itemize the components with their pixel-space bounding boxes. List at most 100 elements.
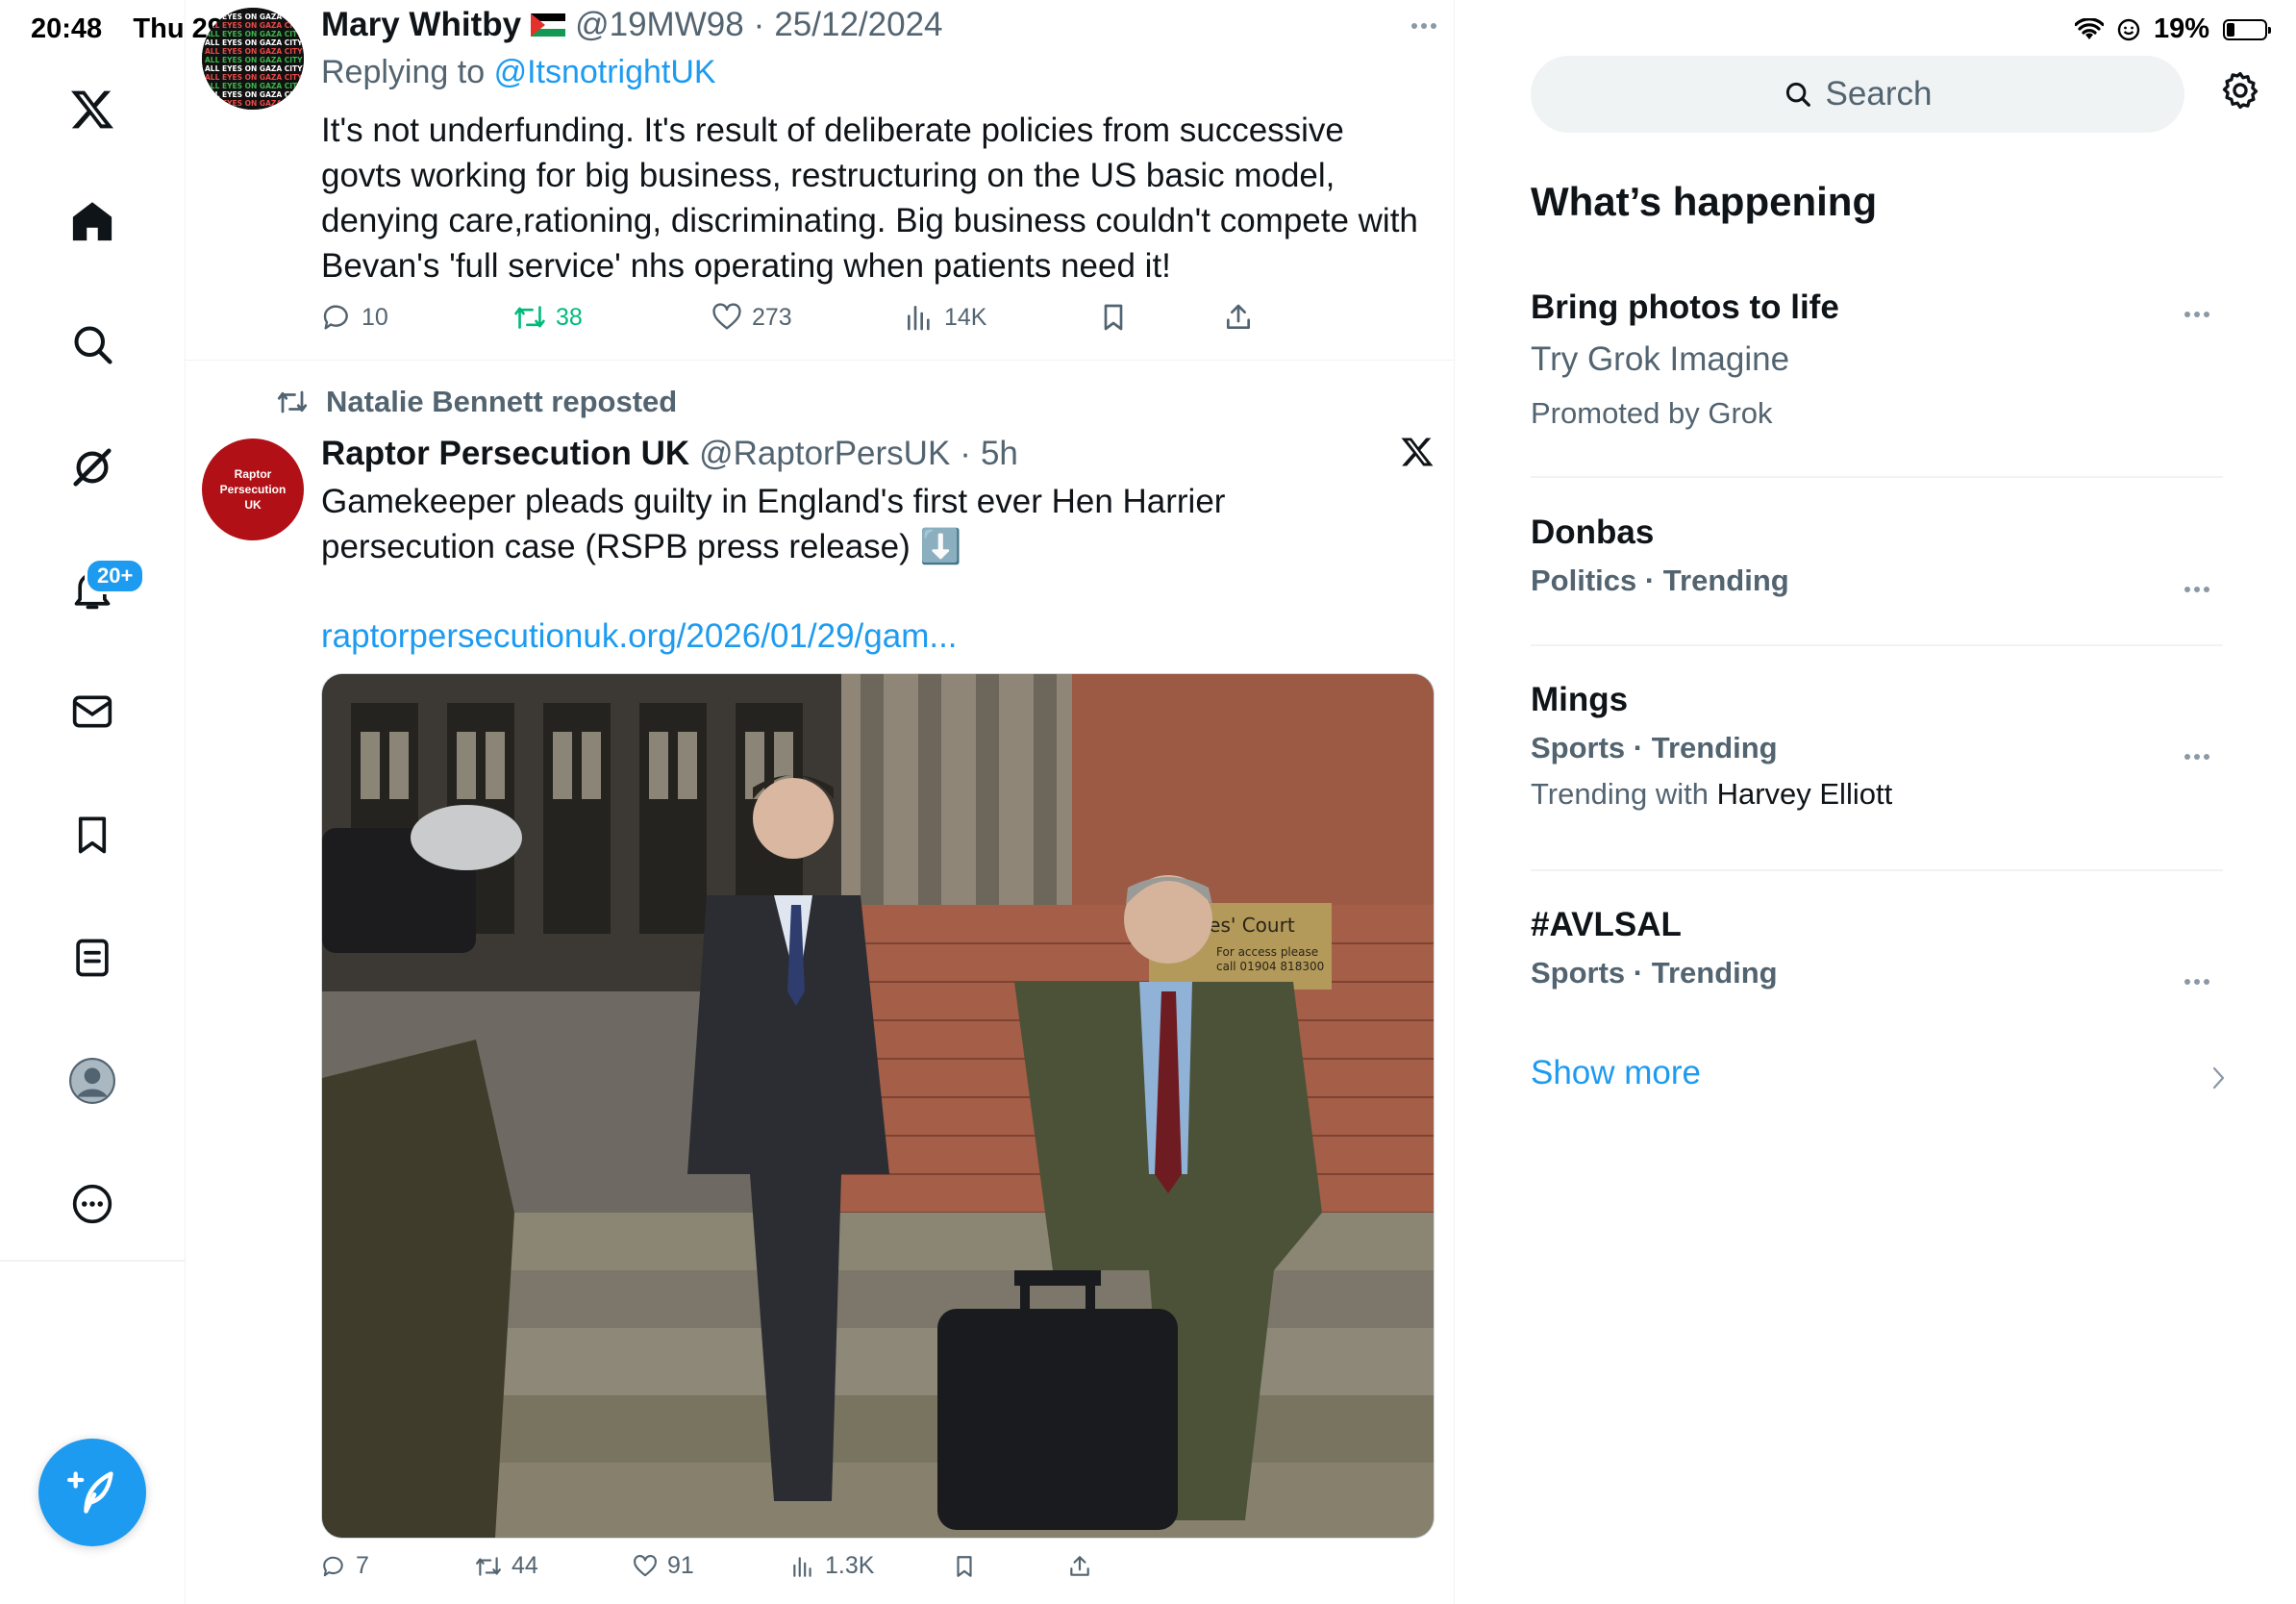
trend-title: Bring photos to life bbox=[1531, 288, 1839, 326]
views-button[interactable]: 1.3K bbox=[790, 1552, 952, 1580]
repost-button[interactable]: 44 bbox=[475, 1552, 633, 1580]
svg-text:ALL EYES ON GAZA CITY: ALL EYES ON GAZA CITY bbox=[205, 21, 303, 30]
compose-post-button[interactable] bbox=[38, 1439, 146, 1546]
profile-avatar-icon[interactable] bbox=[54, 1042, 131, 1119]
right-sidebar: Search What’s happening Bring photos to … bbox=[1454, 0, 2296, 1604]
share-button[interactable] bbox=[1067, 1554, 1092, 1579]
avatar-mary-whitby[interactable]: ALL EYES ON GAZA CITY ALL EYES ON GAZA C… bbox=[202, 8, 304, 110]
svg-text:ALL EYES ON GAZA CITY: ALL EYES ON GAZA CITY bbox=[205, 13, 303, 21]
svg-text:ALL EYES ON GAZA CITY: ALL EYES ON GAZA CITY bbox=[205, 38, 303, 47]
search-box[interactable]: Search bbox=[1531, 56, 2184, 133]
share-button[interactable] bbox=[1223, 302, 1254, 333]
x-logo-icon[interactable] bbox=[54, 71, 131, 148]
avatar-text-line-2: Persecution bbox=[219, 483, 287, 496]
photo-sign-line-3: call 01904 818300 bbox=[1216, 960, 1324, 973]
trend-title: #AVLSAL bbox=[1531, 906, 1682, 943]
post-date[interactable]: 25/12/2024 bbox=[774, 6, 942, 44]
tweet-actions: 10 38 273 14K bbox=[321, 302, 1254, 333]
reply-icon bbox=[321, 302, 352, 333]
bookmarks-icon[interactable] bbox=[54, 796, 131, 873]
author-name[interactable]: Raptor Persecution UK bbox=[321, 435, 689, 473]
trend-more-icon[interactable] bbox=[2184, 587, 2209, 592]
like-button[interactable]: 91 bbox=[633, 1552, 790, 1580]
reposted-by-text[interactable]: Natalie Bennett reposted bbox=[326, 385, 677, 419]
reply-count: 10 bbox=[362, 303, 388, 331]
trend-promoted-by: Promoted by Grok bbox=[1531, 396, 1773, 430]
trend-more-icon[interactable] bbox=[2184, 979, 2209, 985]
heart-icon bbox=[711, 302, 742, 333]
repost-count: 44 bbox=[512, 1552, 538, 1579]
svg-text:ALL EYES ON GAZA CITY: ALL EYES ON GAZA CITY bbox=[205, 56, 303, 64]
settings-gear-icon[interactable] bbox=[2219, 69, 2261, 112]
reply-button[interactable]: 10 bbox=[321, 302, 513, 333]
trend-title: Mings bbox=[1531, 681, 1629, 718]
trending-with-line: Trending with Harvey Elliott bbox=[1531, 777, 2223, 812]
timeline: ALL EYES ON GAZA CITY ALL EYES ON GAZA C… bbox=[185, 0, 1455, 1604]
more-options-icon[interactable] bbox=[54, 1165, 131, 1242]
repost-button[interactable]: 38 bbox=[513, 302, 711, 333]
photo-sign-line-2: For access please bbox=[1216, 945, 1318, 959]
search-icon[interactable] bbox=[54, 306, 131, 383]
svg-text:ALL EYES ON GAZA CITY: ALL EYES ON GAZA CITY bbox=[205, 73, 303, 82]
author-name[interactable]: Mary Whitby bbox=[321, 6, 521, 44]
author-handle[interactable]: @19MW98 bbox=[575, 6, 744, 44]
tweet-header: Mary Whitby @19MW98 · 25/12/2024 bbox=[321, 6, 943, 44]
bookmark-button[interactable] bbox=[952, 1554, 1067, 1579]
compose-feather-icon bbox=[67, 1467, 117, 1517]
repost-icon bbox=[475, 1554, 502, 1579]
trend-item-donbas[interactable]: Donbas Politics · Trending bbox=[1531, 514, 2223, 598]
avatar-text-line-1: Raptor bbox=[234, 467, 272, 481]
views-button[interactable]: 14K bbox=[904, 302, 1098, 333]
home-icon[interactable] bbox=[54, 183, 131, 260]
tweet-photo[interactable]: istrates' Court For access please call 0… bbox=[321, 673, 1435, 1539]
notifications-badge: 20+ bbox=[85, 558, 146, 594]
replying-to-label: Replying to bbox=[321, 54, 486, 90]
show-more-link[interactable]: Show more bbox=[1531, 1054, 1701, 1092]
author-handle[interactable]: @RaptorPersUK bbox=[699, 435, 950, 473]
svg-text:ALL EYES ON GAZA CITY: ALL EYES ON GAZA CITY bbox=[205, 30, 303, 38]
palestine-flag-icon bbox=[531, 13, 566, 37]
like-button[interactable]: 273 bbox=[711, 302, 904, 333]
trend-more-icon[interactable] bbox=[2184, 312, 2209, 317]
svg-text:ALL EYES ON GAZA CITY: ALL EYES ON GAZA CITY bbox=[205, 47, 303, 56]
trend-divider bbox=[1531, 476, 2223, 478]
trend-category: Sports · Trending bbox=[1531, 731, 1778, 764]
bookmark-button[interactable] bbox=[1098, 302, 1223, 333]
heart-icon bbox=[633, 1554, 658, 1579]
reply-count: 7 bbox=[356, 1552, 369, 1579]
grok-icon[interactable] bbox=[54, 429, 131, 506]
like-count: 91 bbox=[667, 1552, 694, 1579]
trend-category: Politics · Trending bbox=[1531, 564, 1789, 597]
tweet-actions: 7 44 91 1.3K bbox=[321, 1552, 1092, 1580]
avatar-raptor-persecution[interactable]: Raptor Persecution UK bbox=[202, 439, 304, 540]
tweet-text: Gamekeeper pleads guilty in England's fi… bbox=[321, 483, 1226, 565]
tweet-more-icon[interactable] bbox=[1411, 23, 1436, 29]
messages-mail-icon[interactable] bbox=[54, 673, 131, 750]
tweet-divider bbox=[185, 360, 1454, 361]
lists-icon[interactable] bbox=[54, 919, 131, 996]
left-nav: 20+ bbox=[0, 0, 186, 1604]
views-count: 1.3K bbox=[825, 1552, 875, 1579]
trend-divider bbox=[1531, 644, 2223, 646]
chevron-right-icon[interactable] bbox=[2211, 1065, 2227, 1090]
replying-to-link[interactable]: @ItsnotrightUK bbox=[494, 54, 716, 90]
trend-item-avlsal[interactable]: #AVLSAL Sports · Trending bbox=[1531, 906, 2223, 990]
trend-subtitle: Try Grok Imagine bbox=[1531, 340, 1790, 378]
tweet-text: It's not underfunding. It's result of de… bbox=[321, 112, 1418, 285]
tweet-header: Raptor Persecution UK @RaptorPersUK · 5h bbox=[321, 435, 1018, 473]
x-source-icon[interactable] bbox=[1400, 435, 1435, 469]
trend-title: Donbas bbox=[1531, 514, 1655, 551]
reply-button[interactable]: 7 bbox=[321, 1552, 475, 1580]
views-chart-icon bbox=[790, 1554, 815, 1579]
search-icon bbox=[1784, 80, 1812, 109]
views-chart-icon bbox=[904, 302, 935, 333]
views-count: 14K bbox=[944, 303, 987, 331]
post-time[interactable]: 5h bbox=[981, 435, 1018, 473]
trend-item-promoted[interactable]: Bring photos to life Try Grok Imagine Pr… bbox=[1531, 288, 2223, 431]
article-link[interactable]: raptorpersecutionuk.org/2026/01/29/gam..… bbox=[321, 617, 958, 656]
trend-more-icon[interactable] bbox=[2184, 754, 2209, 760]
trend-item-mings[interactable]: Mings Sports · Trending Trending with Ha… bbox=[1531, 681, 2223, 812]
bookmark-icon bbox=[952, 1554, 977, 1579]
trending-with-name[interactable]: Harvey Elliott bbox=[1717, 777, 1893, 811]
repost-small-icon bbox=[276, 388, 309, 416]
